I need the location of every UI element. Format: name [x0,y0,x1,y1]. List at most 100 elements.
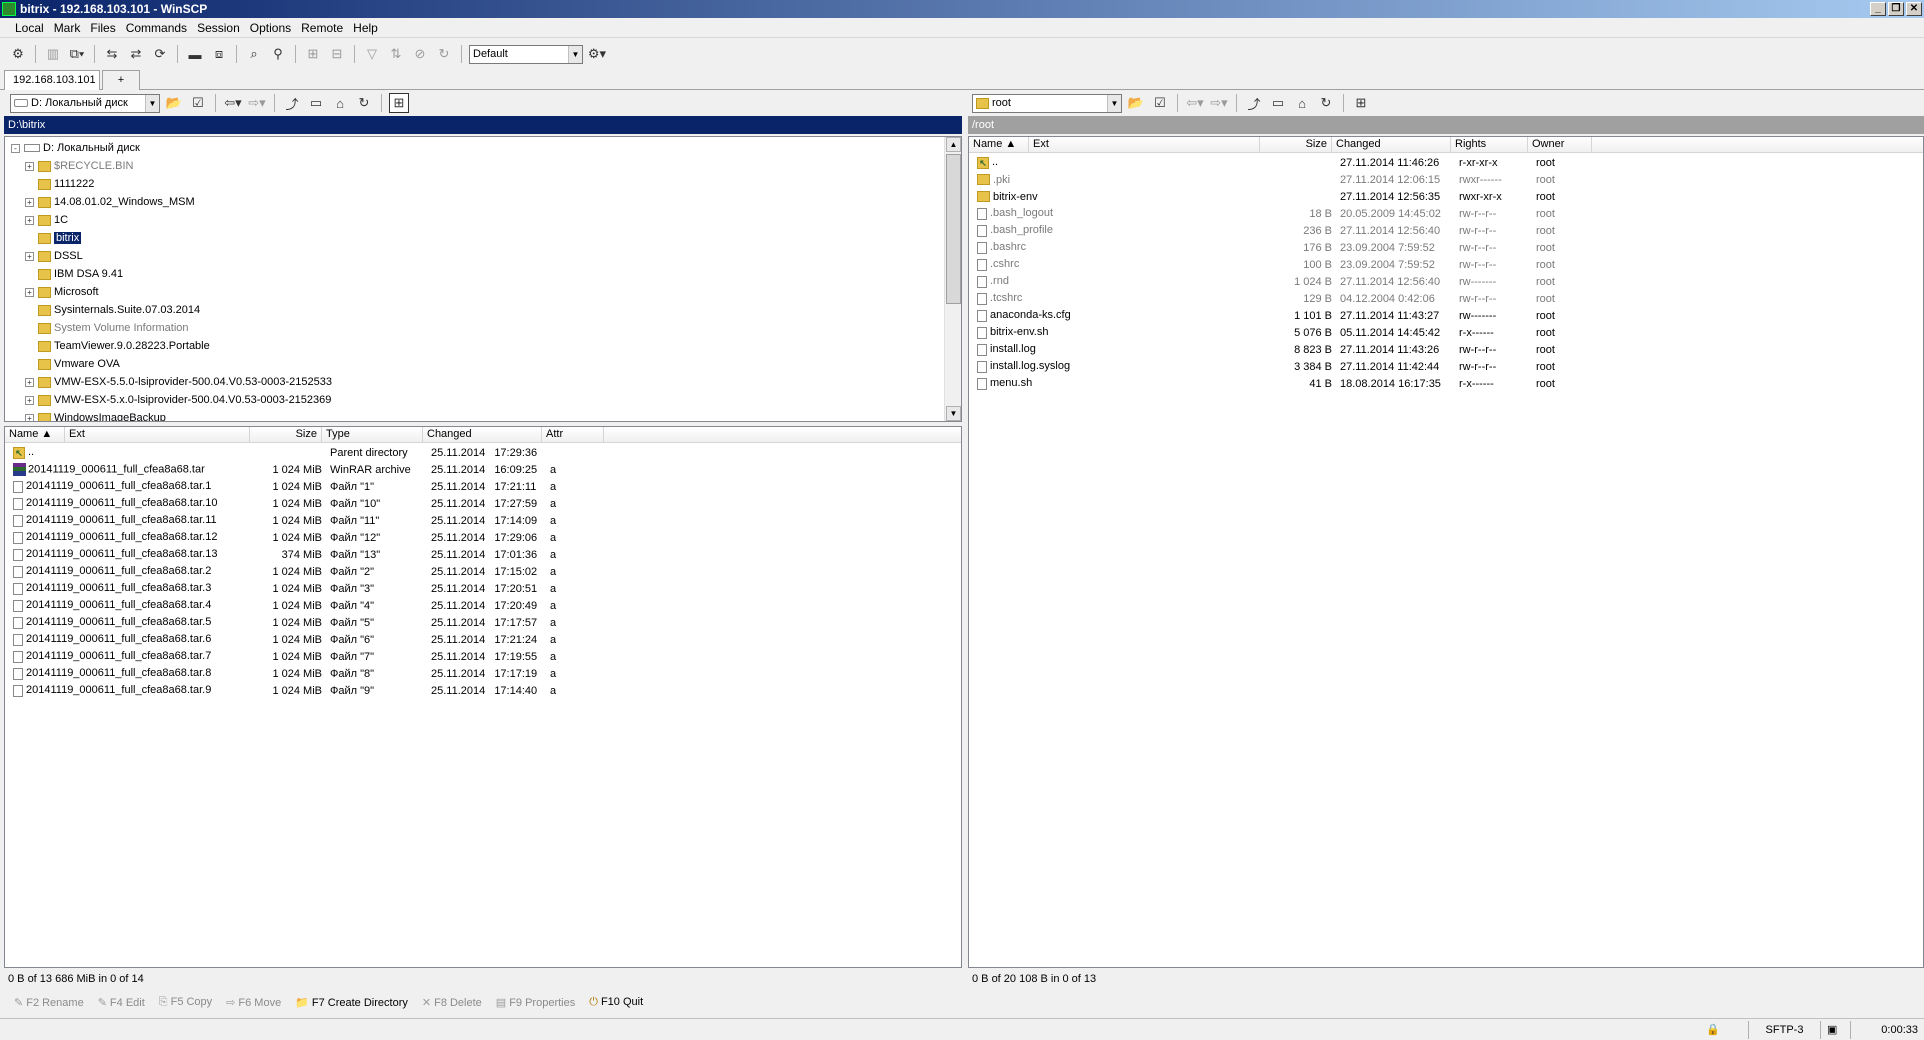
tab-new-session[interactable]: + [102,70,140,90]
fkey-button[interactable]: ⏻ F10 Quit [589,996,643,1009]
sort-icon[interactable]: ⇅ [386,44,406,64]
open-directory-icon[interactable]: 📂 [1126,93,1146,113]
select-plus-icon[interactable]: ⊞ [303,44,323,64]
tree-item[interactable]: IBM DSA 9.41 [25,265,123,283]
table-row[interactable]: .rnd 1 024 B 27.11.2014 12:56:40 rw------- r… [973,273,1596,290]
table-row[interactable]: .bash_logout 18 B 20.05.2009 14:45:02 rw-r-… [973,205,1596,222]
preferences-icon[interactable]: ⚙ [8,44,28,64]
table-row[interactable]: bitrix-env.sh 5 076 B 05.11.2014 14:45:42 r… [973,324,1596,341]
table-row[interactable]: 20141119_000611_full_cfea8a68.tar.12 1 02… [9,529,608,546]
table-row[interactable]: 20141119_000611_full_cfea8a68.tar.9 1 024… [9,682,608,699]
expand-icon[interactable]: + [25,161,34,171]
table-row[interactable]: 20141119_000611_full_cfea8a68.tar.4 1 024… [9,597,608,614]
queue-icon[interactable]: ▥ [43,44,63,64]
tree-item[interactable]: - D: Локальный диск [11,139,140,157]
table-row[interactable]: anaconda-ks.cfg 1 101 B 27.11.2014 11:43:2… [973,307,1596,324]
remote-file-list[interactable]: Name ▲ Ext Size Changed Rights Owner ↖..… [968,136,1924,968]
tree-item[interactable]: +14.08.01.02_Windows_MSM [25,193,195,211]
refresh-icon[interactable]: ↻ [1316,93,1336,113]
table-row[interactable]: 20141119_000611_full_cfea8a68.tar.2 1 024… [9,563,608,580]
scroll-up-icon[interactable]: ▲ [946,137,961,152]
back-icon[interactable]: ⇦▾ [1185,93,1205,113]
collapse-icon[interactable]: - [11,143,20,153]
column-header-size[interactable]: Size [250,427,322,442]
forward-icon[interactable]: ⇨▾ [247,93,267,113]
expand-icon[interactable]: + [25,287,34,297]
table-row[interactable]: 20141119_000611_full_cfea8a68.tar.5 1 024… [9,614,608,631]
tree-item[interactable]: + $RECYCLE.BIN [25,157,133,175]
compare-directories-icon[interactable]: ⇆ [102,44,122,64]
column-header-name[interactable]: Name ▲ [5,427,65,442]
menu-help[interactable]: Help [348,21,383,35]
fkey-button[interactable]: ⎘ F5 Copy [159,996,212,1009]
tree-item[interactable]: + VMW-ESX-5.5.0-lsiprovider-500.04.V0.53-… [25,373,332,391]
table-row[interactable]: menu.sh 41 B 18.08.2014 16:17:35 r-x------ r… [973,375,1596,392]
forward-icon[interactable]: ⇨▾ [1209,93,1229,113]
menu-mark[interactable]: Mark [49,21,86,35]
fkey-button[interactable]: ▤ F9 Properties [496,996,575,1009]
table-row[interactable]: ↖.. Parent directory 25.11.2014 17:29:36 [9,444,608,461]
table-row[interactable]: .tcshrc 129 B 04.12.2004 0:42:06 rw-r--r-- r… [973,290,1596,307]
menu-remote[interactable]: Remote [296,21,348,35]
home-icon[interactable]: ⌂ [1292,93,1312,113]
tree-item[interactable]: + DSSL [25,247,83,265]
tree-toggle-icon[interactable]: ⊞ [1351,93,1371,113]
table-row[interactable]: .pki 27.11.2014 12:06:15 rwxr------ root [973,171,1596,188]
column-header-size[interactable]: Size [1260,137,1332,152]
table-row[interactable]: 20141119_000611_full_cfea8a68.tar.1 1 024… [9,478,608,495]
table-row[interactable]: 20141119_000611_full_cfea8a68.tar.10 1 02… [9,495,608,512]
parent-directory-icon[interactable]: ⤴ [1244,93,1264,113]
fkey-button[interactable]: ✕ F8 Delete [422,996,482,1009]
table-row[interactable]: .bashrc 176 B 23.09.2004 7:59:52 rw-r--r-- r… [973,239,1596,256]
console-icon[interactable]: ▬ [185,44,205,64]
close-button[interactable]: ✕ [1906,2,1922,16]
column-header-owner[interactable]: Owner [1528,137,1592,152]
root-directory-icon[interactable]: ▭ [1268,93,1288,113]
table-row[interactable]: .cshrc 100 B 23.09.2004 7:59:52 rw-r--r-- ro… [973,256,1596,273]
filter-list-icon[interactable]: ☑ [1150,93,1170,113]
find-files-icon[interactable]: ⌕ [244,44,264,64]
minimize-button[interactable]: _ [1870,2,1886,16]
table-row[interactable]: install.log.syslog 3 384 B 27.11.2014 11:4… [973,358,1596,375]
expand-icon[interactable]: + [25,197,34,207]
tree-scrollbar[interactable]: ▲ ▼ [944,137,961,421]
remote-folder-select[interactable]: root ▼ [972,93,1122,113]
column-header-changed[interactable]: Changed [1332,137,1451,152]
select-minus-icon[interactable]: ⊟ [327,44,347,64]
table-row[interactable]: 20141119_000611_full_cfea8a68.tar.7 1 024… [9,648,608,665]
tab-session[interactable]: 192.168.103.101 [4,70,100,90]
column-header-attr[interactable]: Attr [542,427,604,442]
tree-item[interactable]: + WindowsImageBackup [25,409,166,421]
tree-toggle-icon[interactable]: ⊞ [389,93,409,113]
table-row[interactable]: .bash_profile 236 B 27.11.2014 12:56:40 rw-… [973,222,1596,239]
fkey-button[interactable]: ✎ F2 Rename [14,996,84,1009]
table-row[interactable]: 20141119_000611_full_cfea8a68.tar.11 1 02… [9,512,608,529]
reload-icon[interactable]: ↻ [434,44,454,64]
table-row[interactable]: bitrix-env 27.11.2014 12:56:35 rwxr-xr-x ro… [973,188,1596,205]
table-row[interactable]: 20141119_000611_full_cfea8a68.tar 1 024 M… [9,461,608,478]
back-icon[interactable]: ⇦▾ [223,93,243,113]
menu-session[interactable]: Session [192,21,245,35]
fkey-button[interactable]: ⇨ F6 Move [226,996,281,1009]
tree-item[interactable]: +1C [25,211,68,229]
maximize-button[interactable]: ❐ [1888,2,1904,16]
table-row[interactable]: install.log 8 823 B 27.11.2014 11:43:26 rw-… [973,341,1596,358]
expand-icon[interactable]: + [25,413,34,421]
expand-icon[interactable]: + [25,395,34,405]
queue-options-icon[interactable]: ⧉▾ [67,44,87,64]
tree-item[interactable]: TeamViewer.9.0.28223.Portable [25,337,210,355]
local-drive-select[interactable]: D: Локальный диск ▼ [10,93,160,113]
tree-item[interactable]: bitrix [25,229,82,247]
column-header-ext[interactable]: Ext [65,427,250,442]
synchronize-icon[interactable]: ⇄ [126,44,146,64]
local-file-list[interactable]: Name ▲ Ext Size Type Changed Attr ↖.. Par… [4,426,962,968]
fkey-button[interactable]: ✎ F4 Edit [98,996,145,1009]
column-header-type[interactable]: Type [322,427,423,442]
table-row[interactable]: 20141119_000611_full_cfea8a68.tar.13 374 … [9,546,608,563]
tree-item[interactable]: System Volume Information [25,319,189,337]
expand-icon[interactable]: + [25,251,34,261]
expand-icon[interactable]: + [25,215,34,225]
root-directory-icon[interactable]: ▭ [306,93,326,113]
tree-item[interactable]: 1111222 [25,175,94,193]
putty-icon[interactable]: ⧈ [209,44,229,64]
